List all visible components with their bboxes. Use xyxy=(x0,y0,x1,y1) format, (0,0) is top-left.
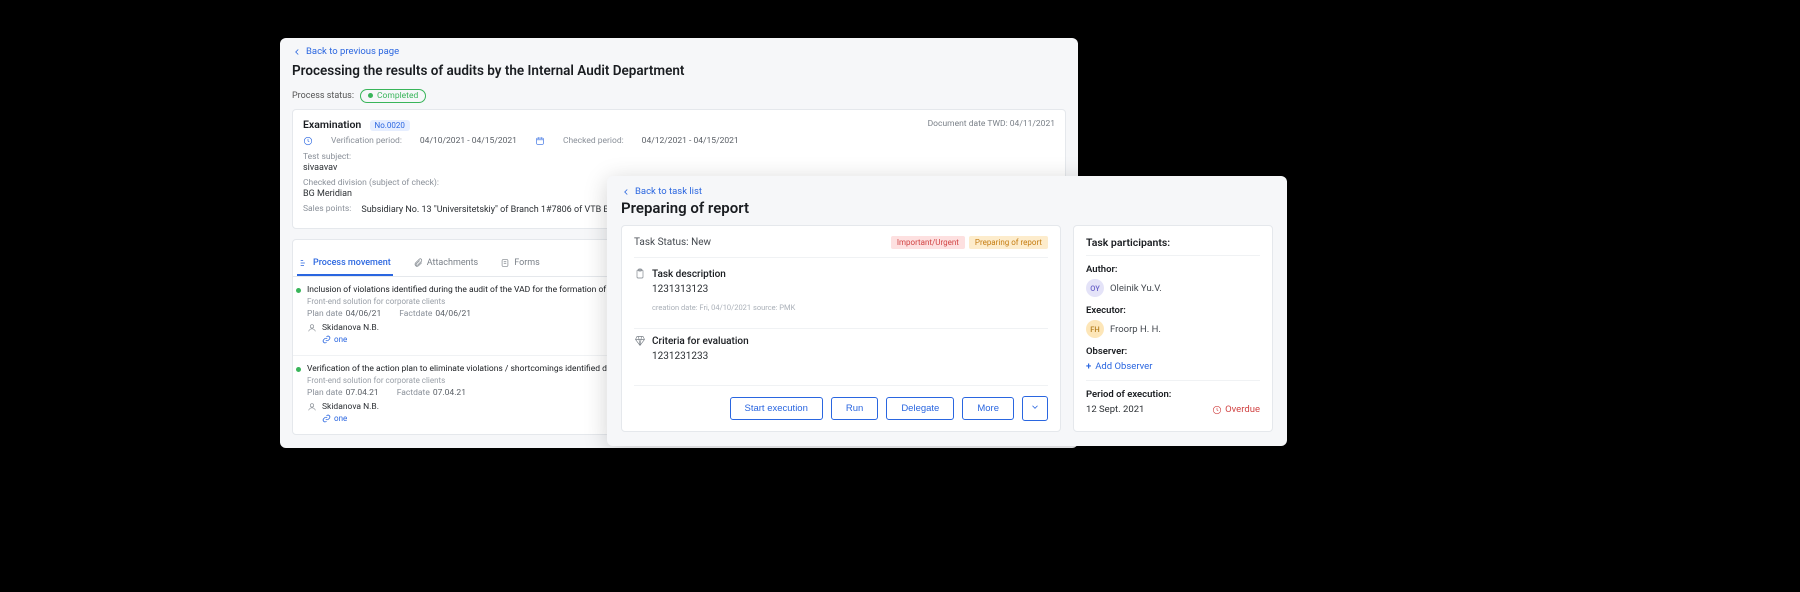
delegate-button[interactable]: Delegate xyxy=(886,397,954,420)
task-status-value: New xyxy=(691,237,711,248)
criteria-value: 1231231233 xyxy=(652,351,1048,362)
status-dot-icon xyxy=(368,93,373,98)
fact-date-label: Factdate xyxy=(399,309,432,319)
criteria-header: Criteria for evaluation xyxy=(634,335,1048,347)
run-button[interactable]: Run xyxy=(831,397,878,420)
add-observer-text: Add Observer xyxy=(1095,361,1152,372)
link-icon xyxy=(322,335,331,344)
process-status-label: Process status: xyxy=(292,91,354,101)
arrow-left-icon xyxy=(292,47,302,57)
tab-process-label: Process movement xyxy=(313,258,391,268)
test-subject-label: Test subject: xyxy=(303,152,1055,162)
task-actions: Start execution Run Delegate More xyxy=(634,385,1048,421)
task-description-value: 1231313123 xyxy=(652,284,1048,295)
fact-date-value: 04/06/21 xyxy=(435,309,471,319)
more-dropdown-button[interactable] xyxy=(1022,396,1048,421)
task-title: Preparing of report xyxy=(621,199,1273,217)
author-label: Author: xyxy=(1086,264,1260,275)
add-observer-button[interactable]: + Add Observer xyxy=(1086,361,1152,372)
flow-icon xyxy=(299,258,309,268)
task-status-label: Task Status: xyxy=(634,237,689,248)
paperclip-icon xyxy=(413,258,423,268)
checked-period-value: 04/12/2021 - 04/15/2021 xyxy=(642,136,739,146)
tab-process-movement[interactable]: Process movement xyxy=(297,252,393,276)
document-date: Document date TWD: 04/11/2021 xyxy=(928,119,1055,129)
process-tag-text: one xyxy=(334,335,347,344)
preparing-report-panel: Back to task list Preparing of report Ta… xyxy=(607,176,1287,446)
tab-forms-label: Forms xyxy=(514,258,540,268)
executor-label: Executor: xyxy=(1086,305,1260,316)
checked-period-label: Checked period: xyxy=(563,136,624,146)
form-icon xyxy=(500,258,510,268)
test-subject-value: sivaavav xyxy=(303,163,1055,173)
avatar: OY xyxy=(1086,279,1104,297)
criteria-label: Criteria for evaluation xyxy=(652,336,749,347)
overdue-badge: Overdue xyxy=(1212,404,1260,415)
tab-attachments[interactable]: Attachments xyxy=(411,252,480,276)
author-participant: OY Oleinik Yu.V. xyxy=(1086,279,1260,297)
sales-points-label: Sales points: xyxy=(303,204,351,215)
task-description-meta: creation date: Fri, 04/10/2021 source: P… xyxy=(652,303,1048,312)
verification-label: Verification period: xyxy=(331,136,402,146)
calendar-icon xyxy=(535,136,545,146)
plan-date-value: 07.04.21 xyxy=(346,388,379,398)
participants-title: Task participants: xyxy=(1086,236,1260,256)
plan-date-label: Plan date xyxy=(307,388,343,398)
back-link-text: Back to previous page xyxy=(306,46,399,57)
executor-name: Froorp H. H. xyxy=(1110,324,1161,335)
divider xyxy=(634,328,1048,329)
observer-label: Observer: xyxy=(1086,346,1260,357)
process-tag: one xyxy=(322,335,347,344)
fact-date-label: Factdate xyxy=(397,388,430,398)
back-to-previous-link[interactable]: Back to previous page xyxy=(292,46,399,57)
flag-preparing: Preparing of report xyxy=(969,236,1048,249)
author-name: Oleinik Yu.V. xyxy=(1110,283,1162,294)
period-label: Period of execution: xyxy=(1086,389,1260,400)
process-tag-text: one xyxy=(334,414,347,423)
flag-urgent: Important/Urgent xyxy=(891,236,965,249)
arrow-left-icon xyxy=(621,187,631,197)
process-tag: one xyxy=(322,414,347,423)
user-icon xyxy=(307,323,317,333)
tab-forms[interactable]: Forms xyxy=(498,252,542,276)
clock-icon xyxy=(1212,405,1222,415)
task-participants-card: Task participants: Author: OY Oleinik Yu… xyxy=(1073,225,1273,432)
avatar: FH xyxy=(1086,320,1104,338)
process-user-name: Skidanova N.B. xyxy=(322,402,379,412)
start-execution-button[interactable]: Start execution xyxy=(730,397,823,420)
plan-date-value: 04/06/21 xyxy=(346,309,382,319)
tab-attachments-label: Attachments xyxy=(427,258,478,268)
user-icon xyxy=(307,402,317,412)
overdue-text: Overdue xyxy=(1225,404,1260,415)
task-description-header: Task description xyxy=(634,268,1048,280)
diamond-icon xyxy=(634,335,646,347)
clipboard-icon xyxy=(634,268,646,280)
task-main-card: Task Status: New Important/Urgent Prepar… xyxy=(621,225,1061,432)
status-value: Completed xyxy=(377,91,418,101)
plus-icon: + xyxy=(1086,361,1091,372)
chevron-down-icon xyxy=(1030,402,1040,412)
status-pill: Completed xyxy=(360,89,426,103)
more-button[interactable]: More xyxy=(962,397,1014,420)
back-link-text: Back to task list xyxy=(635,186,702,197)
examination-number: No.0020 xyxy=(370,120,410,131)
period-value: 12 Sept. 2021 xyxy=(1086,404,1144,415)
link-icon xyxy=(322,414,331,423)
process-user-name: Skidanova N.B. xyxy=(322,323,379,333)
clock-icon xyxy=(303,136,313,146)
plan-date-label: Plan date xyxy=(307,309,343,319)
examination-title: Examination xyxy=(303,118,361,131)
page-title: Processing the results of audits by the … xyxy=(292,63,1066,79)
task-description-label: Task description xyxy=(652,269,726,280)
fact-date-value: 07.04.21 xyxy=(433,388,466,398)
executor-participant: FH Froorp H. H. xyxy=(1086,320,1260,338)
process-status-row: Process status: Completed xyxy=(292,89,1066,103)
back-to-task-list-link[interactable]: Back to task list xyxy=(621,186,1273,197)
verification-value: 04/10/2021 - 04/15/2021 xyxy=(420,136,517,146)
